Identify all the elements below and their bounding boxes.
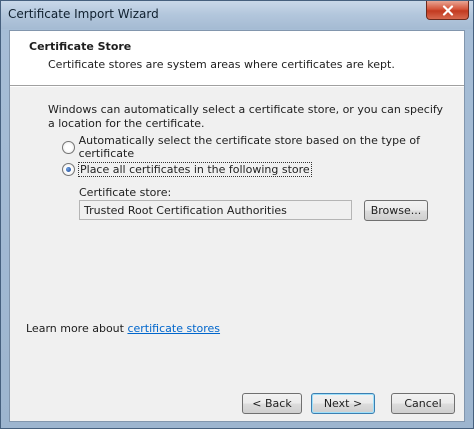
close-icon <box>442 4 453 16</box>
cancel-button[interactable]: Cancel <box>391 393 455 414</box>
wizard-page: Certificate Store Certificate stores are… <box>9 30 465 422</box>
radio-place-in-store[interactable]: Place all certificates in the following … <box>62 161 312 177</box>
intro-text: Windows can automatically select a certi… <box>48 103 444 130</box>
learn-more-prefix: Learn more about <box>26 322 128 335</box>
header-band: Certificate Store Certificate stores are… <box>10 31 464 85</box>
wizard-window: Certificate Import Wizard Certificate St… <box>0 0 474 429</box>
radio-auto-select[interactable]: Automatically select the certificate sto… <box>62 134 464 160</box>
close-button[interactable] <box>426 1 469 20</box>
certificate-stores-link[interactable]: certificate stores <box>127 322 220 335</box>
radio-button-auto[interactable] <box>62 140 75 154</box>
window-title: Certificate Import Wizard <box>8 7 159 21</box>
certificate-store-label: Certificate store: <box>79 186 172 199</box>
header-divider <box>10 85 464 87</box>
next-button[interactable]: Next > <box>311 393 375 414</box>
learn-more-line: Learn more about certificate stores <box>26 322 220 335</box>
certificate-store-field: Trusted Root Certification Authorities <box>79 200 352 220</box>
title-bar[interactable]: Certificate Import Wizard <box>1 1 473 29</box>
radio-auto-label[interactable]: Automatically select the certificate sto… <box>79 134 464 160</box>
radio-place-label[interactable]: Place all certificates in the following … <box>78 161 312 177</box>
page-title: Certificate Store <box>29 40 132 53</box>
back-button[interactable]: < Back <box>242 393 302 414</box>
browse-button[interactable]: Browse... <box>364 200 428 221</box>
page-subtitle: Certificate stores are system areas wher… <box>48 58 395 71</box>
radio-button-place[interactable] <box>62 162 75 176</box>
